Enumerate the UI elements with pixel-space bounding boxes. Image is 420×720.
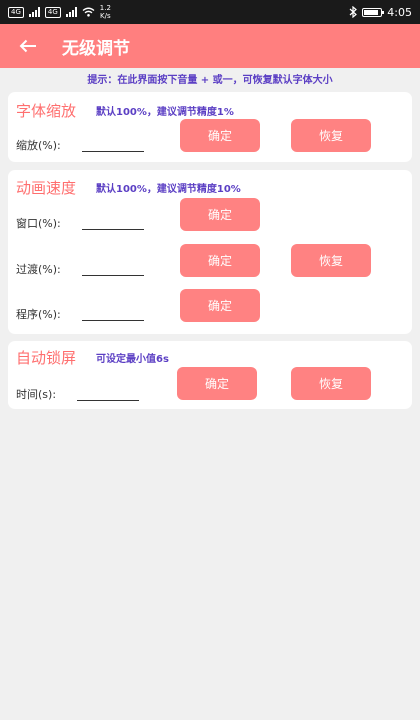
scale-input[interactable] [82,137,144,152]
lock-confirm-button[interactable]: 确定 [177,367,257,400]
scale-label: 缩放(%): [16,139,61,152]
wifi-icon [82,7,95,17]
app-bar: 无级调节 [0,24,420,68]
font-scale-note: 默认100%，建议调节精度1% [96,107,234,118]
lock-restore-button[interactable]: 恢复 [291,367,371,400]
sim1-badge: 4G [8,6,24,18]
font-confirm-button[interactable]: 确定 [180,119,260,152]
signal-icon [28,7,40,17]
time-input[interactable] [77,386,139,401]
time-label: 时间(s): [16,388,57,401]
hint-text: 提示：在此界面按下音量 + 或一，可恢复默认字体大小 [87,75,333,86]
sim2-badge: 4G [44,6,61,18]
transition-confirm-button[interactable]: 确定 [180,244,260,277]
bluetooth-icon [349,6,358,18]
font-scale-title: 字体缩放 [16,102,77,120]
auto-lock-card: 自动锁屏 可设定最小值6s 时间(s): 确定 恢复 [8,341,412,409]
arrow-left-icon [19,39,36,53]
status-bar: 4G 4G 1.2 K/s 4:05 [0,0,420,24]
auto-lock-title: 自动锁屏 [16,349,77,367]
auto-lock-note: 可设定最小值6s [96,354,169,365]
animation-speed-note: 默认100%，建议调节精度10% [96,184,241,195]
animation-speed-card: 动画速度 默认100%，建议调节精度10% 窗口(%): 确定 过渡(%): 确… [8,170,412,334]
net-speed: 1.2 K/s [99,4,111,20]
transition-input[interactable] [82,261,144,276]
status-time: 4:05 [387,5,412,19]
window-confirm-button[interactable]: 确定 [180,198,260,231]
program-label: 程序(%): [16,308,61,321]
back-button[interactable] [0,24,56,68]
program-input[interactable] [82,306,144,321]
font-restore-button[interactable]: 恢复 [291,119,371,152]
signal-icon [65,7,77,17]
transition-label: 过渡(%): [16,263,61,276]
window-label: 窗口(%): [16,217,61,230]
animation-restore-button[interactable]: 恢复 [291,244,371,277]
window-input[interactable] [82,215,144,230]
page-title: 无级调节 [62,38,130,59]
battery-icon [362,7,385,17]
program-confirm-button[interactable]: 确定 [180,289,260,322]
animation-speed-title: 动画速度 [16,179,77,197]
font-scale-card: 字体缩放 默认100%，建议调节精度1% 缩放(%): 确定 恢复 [8,92,412,162]
